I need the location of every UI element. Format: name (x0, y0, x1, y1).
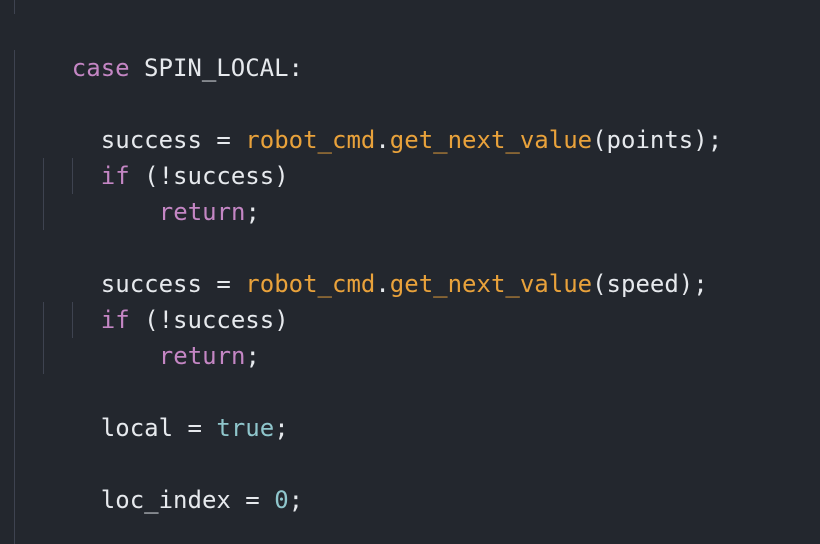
semicolon: ; (274, 414, 289, 442)
semicolon: ; (288, 486, 304, 514)
keyword-return: return (158, 342, 246, 370)
member-dot: . (375, 270, 390, 298)
keyword-case: case (71, 54, 130, 82)
semicolon: ; (245, 198, 260, 226)
function-get-next-value: get_next_value (389, 126, 593, 154)
code-line-local[interactable]: local = true; (43, 374, 289, 442)
code-editor[interactable]: case SPIN_LOCAL: success = robot_cmd.get… (0, 0, 820, 544)
code-line-if-1[interactable]: if (!success) (43, 122, 289, 190)
code-line-loc-index[interactable]: loc_index = 0; (43, 446, 303, 514)
code-line-if-2[interactable]: if (!success) (43, 266, 289, 334)
indent-guide-case (14, 50, 15, 544)
call-args: (points); (592, 126, 723, 154)
code-line-get-speed[interactable]: success = robot_cmd.get_next_value(speed… (43, 230, 708, 298)
case-label: SPIN_LOCAL: (129, 54, 303, 82)
code-line-case[interactable]: case SPIN_LOCAL: (14, 14, 303, 82)
call-args: (speed); (592, 270, 708, 298)
assign-local: local = (100, 414, 217, 442)
code-line-return-2[interactable]: return; (101, 302, 260, 370)
indent-guide-outer (14, 0, 15, 14)
literal-true: true (216, 414, 275, 442)
semicolon: ; (245, 342, 260, 370)
keyword-return: return (158, 198, 246, 226)
code-line-return-1[interactable]: return; (101, 158, 260, 226)
member-dot: . (375, 126, 390, 154)
assign-loc-index: loc_index = (100, 486, 275, 514)
function-get-next-value: get_next_value (389, 270, 593, 298)
literal-zero: 0 (274, 486, 289, 514)
code-line-get-points[interactable]: success = robot_cmd.get_next_value(point… (43, 86, 722, 154)
